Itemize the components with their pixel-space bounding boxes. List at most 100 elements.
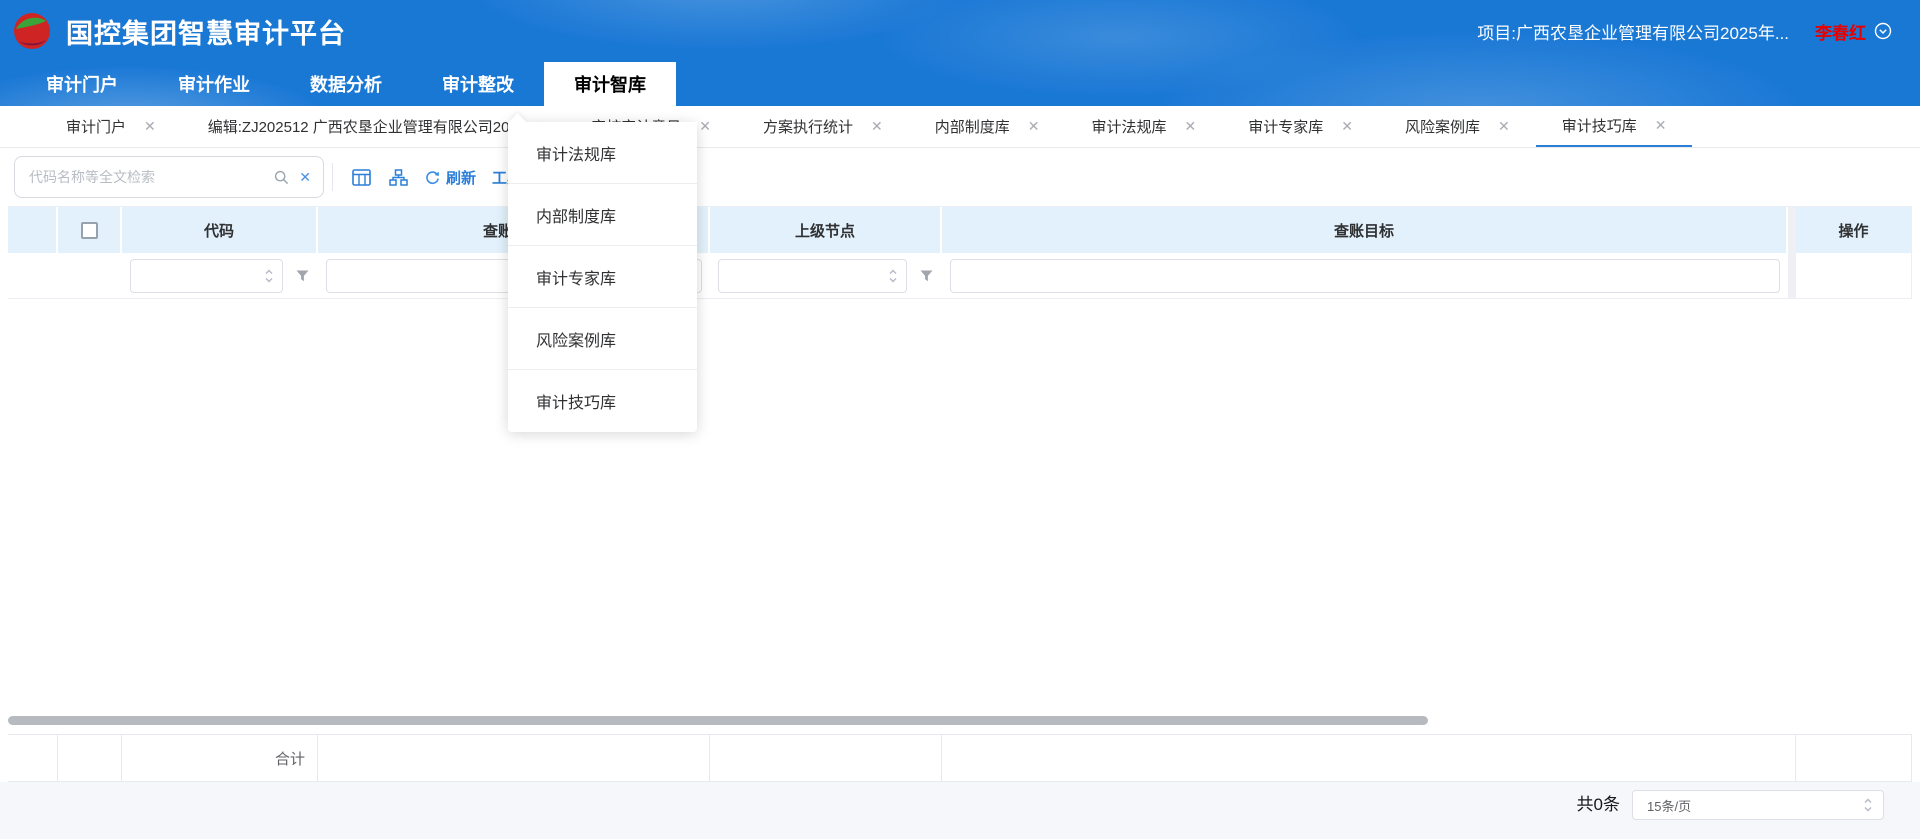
tab-close-icon[interactable]: ✕ <box>1185 118 1197 135</box>
grid-header-row: 代码 查账程序 上级节点 查账目标 操作 <box>8 207 1912 253</box>
tab-plan-execution-stats[interactable]: 方案执行统计 ✕ <box>737 106 909 147</box>
current-user[interactable]: 李春红 <box>1815 19 1866 44</box>
nav-item-audit-think-tank[interactable]: 审计智库 <box>544 62 676 106</box>
app-header: 国控集团智慧审计平台 项目:广西农垦企业管理有限公司2025年... 李春红 <box>0 0 1920 62</box>
user-menu-chevron-icon[interactable] <box>1874 22 1892 40</box>
pinned-column-gap <box>1788 207 1796 253</box>
grid-filter-row <box>8 253 1912 299</box>
column-header-parent-node[interactable]: 上级节点 <box>710 207 942 253</box>
page-size-select[interactable]: 15条/页 <box>1632 790 1884 820</box>
open-tabs-bar: 审计门户✕ 编辑:ZJ202512 广西农垦企业管理有限公司20✕ 审核审计意见… <box>0 106 1920 148</box>
menu-item-risk-case-library[interactable]: 风险案例库 <box>508 308 697 370</box>
summary-total-label: 合计 <box>122 735 318 781</box>
nav-label: 数据分析 <box>310 71 382 97</box>
nav-label: 审计整改 <box>442 71 514 97</box>
toolbar-divider <box>332 163 333 191</box>
menu-item-audit-expert-library[interactable]: 审计专家库 <box>508 246 697 308</box>
fulltext-search-box: ✕ <box>14 156 324 198</box>
page-size-value: 15条/页 <box>1633 796 1863 815</box>
parent-node-filter-funnel-icon[interactable] <box>919 269 934 283</box>
filter-cell-parent-node <box>710 253 942 298</box>
tab-label: 审计法规库 <box>1091 116 1166 137</box>
search-icons: ✕ <box>274 169 323 186</box>
nav-label: 审计智库 <box>574 71 646 97</box>
blue-banner: 国控集团智慧审计平台 项目:广西农垦企业管理有限公司2025年... 李春红 审… <box>0 0 1920 106</box>
nav-item-audit-work[interactable]: 审计作业 <box>148 62 280 106</box>
data-grid: 代码 查账程序 上级节点 查账目标 操作 <box>8 206 1912 299</box>
tab-label: 审计门户 <box>66 116 126 137</box>
pinned-column-gap <box>1788 253 1796 298</box>
nav-label: 审计作业 <box>178 71 250 97</box>
tree-view-icon[interactable] <box>389 169 408 186</box>
grid-view-icon[interactable] <box>352 169 371 186</box>
filter-cell-target <box>942 253 1788 298</box>
select-caret-icon <box>1863 797 1883 813</box>
tab-label: 方案执行统计 <box>763 116 853 137</box>
total-count-label: 共0条 <box>1577 790 1620 820</box>
main-nav: 审计门户 审计作业 数据分析 审计整改 审计智库 <box>0 62 1920 106</box>
target-filter-input[interactable] <box>950 259 1780 293</box>
filter-cell-checkbox <box>58 253 122 298</box>
tab-label: 编辑:ZJ202512 广西农垦企业管理有限公司20 <box>208 116 510 137</box>
summary-cell <box>8 735 58 781</box>
filter-cell-actions <box>1796 253 1912 298</box>
select-caret-icon <box>888 268 898 284</box>
tab-close-icon[interactable]: ✕ <box>699 118 711 135</box>
pagination-bar: 共0条 15条/页 <box>0 782 1920 839</box>
summary-cell <box>942 735 1796 781</box>
tab-close-icon[interactable]: ✕ <box>1498 118 1510 135</box>
summary-cell <box>1796 735 1912 781</box>
tab-audit-expert-library[interactable]: 审计专家库 ✕ <box>1222 106 1379 147</box>
tab-label: 审计专家库 <box>1248 116 1323 137</box>
select-all-checkbox[interactable] <box>81 222 98 239</box>
parent-node-filter-select[interactable] <box>718 259 907 293</box>
menu-item-audit-regulation-library[interactable]: 审计法规库 <box>508 122 697 184</box>
code-filter-funnel-icon[interactable] <box>295 269 310 283</box>
tab-risk-case-library[interactable]: 风险案例库 ✕ <box>1379 106 1536 147</box>
app-title: 国控集团智慧审计平台 <box>66 12 346 51</box>
refresh-button[interactable]: 刷新 <box>425 167 476 188</box>
tab-close-icon[interactable]: ✕ <box>1028 118 1040 135</box>
tab-close-icon[interactable]: ✕ <box>144 118 156 135</box>
summary-cell <box>710 735 942 781</box>
nav-item-audit-rectification[interactable]: 审计整改 <box>412 62 544 106</box>
audit-think-tank-dropdown: 审计法规库 内部制度库 审计专家库 风险案例库 审计技巧库 <box>508 122 697 432</box>
column-header-code[interactable]: 代码 <box>122 207 318 253</box>
column-header-target[interactable]: 查账目标 <box>942 207 1788 253</box>
nav-item-audit-portal[interactable]: 审计门户 <box>16 62 148 106</box>
tab-audit-portal[interactable]: 审计门户 ✕ <box>40 106 182 147</box>
tab-audit-regulation-library[interactable]: 审计法规库 ✕ <box>1065 106 1222 147</box>
tab-audit-skill-library[interactable]: 审计技巧库 ✕ <box>1536 106 1693 147</box>
refresh-icon <box>425 170 440 185</box>
checkbox-header-cell <box>58 207 122 253</box>
row-handle-header <box>8 207 58 253</box>
code-filter-select[interactable] <box>130 259 283 293</box>
tab-close-icon[interactable]: ✕ <box>871 118 883 135</box>
grid-toolbar: ✕ 刷新 工具 <box>0 148 1920 206</box>
tab-label: 内部制度库 <box>935 116 1010 137</box>
summary-row: 合计 <box>8 734 1912 782</box>
nav-item-data-analysis[interactable]: 数据分析 <box>280 62 412 106</box>
nav-label: 审计门户 <box>46 71 118 97</box>
search-input[interactable] <box>15 157 274 197</box>
tab-internal-policy-library[interactable]: 内部制度库 ✕ <box>909 106 1066 147</box>
app-window: 国控集团智慧审计平台 项目:广西农垦企业管理有限公司2025年... 李春红 审… <box>0 0 1920 839</box>
tab-label: 审计技巧库 <box>1562 115 1637 136</box>
menu-item-internal-policy-library[interactable]: 内部制度库 <box>508 184 697 246</box>
search-icon[interactable] <box>274 170 289 185</box>
column-header-actions: 操作 <box>1796 207 1912 253</box>
tab-close-icon[interactable]: ✕ <box>1341 118 1353 135</box>
summary-cell <box>318 735 710 781</box>
summary-cell <box>58 735 122 781</box>
horizontal-scrollbar[interactable] <box>8 716 1428 725</box>
filter-cell-handle <box>8 253 58 298</box>
menu-item-audit-skill-library[interactable]: 审计技巧库 <box>508 370 697 432</box>
brand-logo-icon <box>12 11 52 51</box>
project-label: 项目:广西农垦企业管理有限公司2025年... <box>1477 19 1789 44</box>
refresh-label: 刷新 <box>446 167 476 188</box>
tab-close-icon[interactable]: ✕ <box>1655 117 1667 134</box>
header-right: 项目:广西农垦企业管理有限公司2025年... 李春红 <box>1477 19 1892 44</box>
select-caret-icon <box>264 268 274 284</box>
tab-label: 风险案例库 <box>1405 116 1480 137</box>
search-clear-icon[interactable]: ✕ <box>299 169 311 186</box>
